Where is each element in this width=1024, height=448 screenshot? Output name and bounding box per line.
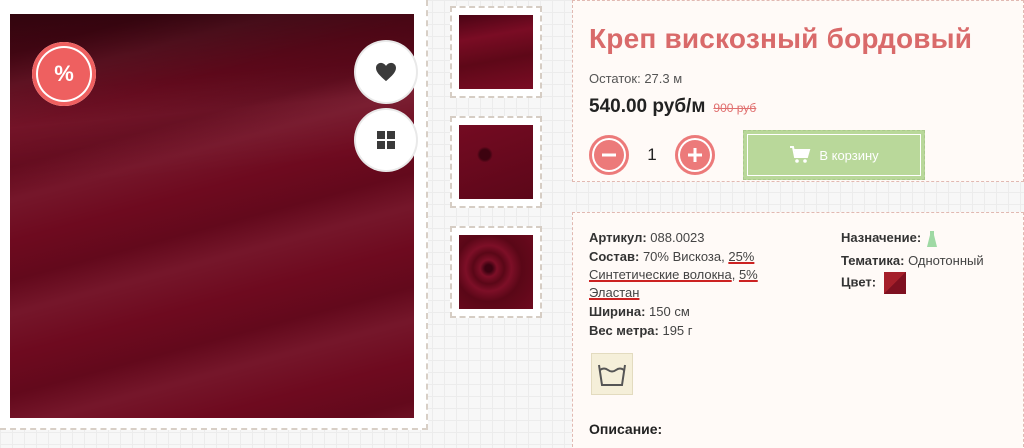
spec-purpose: Назначение: — [841, 229, 1021, 248]
gallery-grid-button[interactable] — [356, 110, 416, 170]
wash-care-icon[interactable] — [591, 353, 633, 395]
spec-label: Назначение: — [841, 230, 922, 245]
spec-label: Тематика: — [841, 252, 905, 268]
thumbnail-list — [450, 6, 542, 336]
specs-right: Назначение: Тематика: Однотонный Цвет: — [841, 229, 1021, 295]
add-to-cart-button[interactable]: В корзину — [743, 130, 925, 180]
thumbnail-1[interactable] — [450, 6, 542, 98]
increase-quantity-button[interactable] — [675, 135, 715, 175]
thumbnail-image — [459, 125, 533, 199]
thumbnail-image — [459, 15, 533, 89]
thumbnail-3[interactable] — [450, 226, 542, 318]
spec-label: Артикул: — [589, 230, 647, 245]
current-price: 540.00 руб/м — [589, 96, 706, 117]
spec-value[interactable]: Однотонный — [908, 253, 984, 268]
thumbnail-image — [459, 235, 533, 309]
spec-label: Ширина: — [589, 304, 646, 319]
color-swatch[interactable] — [883, 271, 906, 294]
minus-icon — [602, 153, 616, 157]
spec-width: Ширина: 150 см — [589, 303, 779, 321]
cart-icon — [790, 146, 811, 163]
spec-article: Артикул: 088.0023 — [589, 229, 779, 247]
sale-badge: % — [32, 42, 96, 106]
heart-icon — [376, 62, 396, 82]
decrease-quantity-button[interactable] — [589, 135, 629, 175]
main-photo-frame: % — [0, 0, 428, 430]
old-price: 900 руб — [713, 101, 757, 115]
wash-icon — [598, 364, 626, 386]
spec-value: 70% Вискоза, — [642, 249, 729, 264]
spec-weight: Вес метра: 195 г — [589, 322, 779, 340]
stock-text: Остаток: 27.3 м — [589, 71, 683, 86]
grid-icon — [377, 131, 395, 149]
spec-separator: , — [731, 267, 739, 282]
dress-icon[interactable] — [925, 230, 939, 248]
product-buy-panel: Креп вискозный бордовый Остаток: 27.3 м … — [572, 0, 1024, 182]
spec-theme: Тематика: Однотонный — [841, 252, 1021, 270]
product-title: Креп вискозный бордовый — [589, 23, 973, 54]
spec-value: 195 г — [662, 323, 693, 338]
plus-icon — [688, 148, 702, 162]
specs-left: Артикул: 088.0023 Состав: 70% Вискоза, 2… — [589, 229, 779, 341]
description-title: Описание: — [589, 421, 663, 437]
spec-label: Состав: — [589, 249, 640, 264]
product-specs-panel: Артикул: 088.0023 Состав: 70% Вискоза, 2… — [572, 212, 1024, 448]
spec-value: 150 см — [649, 304, 690, 319]
spec-value: 088.0023 — [650, 230, 705, 245]
spec-label: Цвет: — [841, 274, 877, 289]
main-product-photo[interactable]: % — [10, 14, 416, 418]
add-to-cart-label: В корзину — [819, 147, 879, 163]
spec-color: Цвет: — [841, 271, 1021, 294]
price-row: 540.00 руб/м 900 руб — [589, 96, 1005, 118]
spec-label: Вес метра: — [589, 323, 659, 338]
thumbnail-2[interactable] — [450, 116, 542, 208]
favorite-button[interactable] — [356, 42, 416, 102]
buy-row: 1 В корзину — [589, 130, 1005, 180]
spec-composition: Состав: 70% Вискоза, 25% Синтетические в… — [589, 248, 779, 302]
quantity-value[interactable]: 1 — [629, 145, 675, 165]
